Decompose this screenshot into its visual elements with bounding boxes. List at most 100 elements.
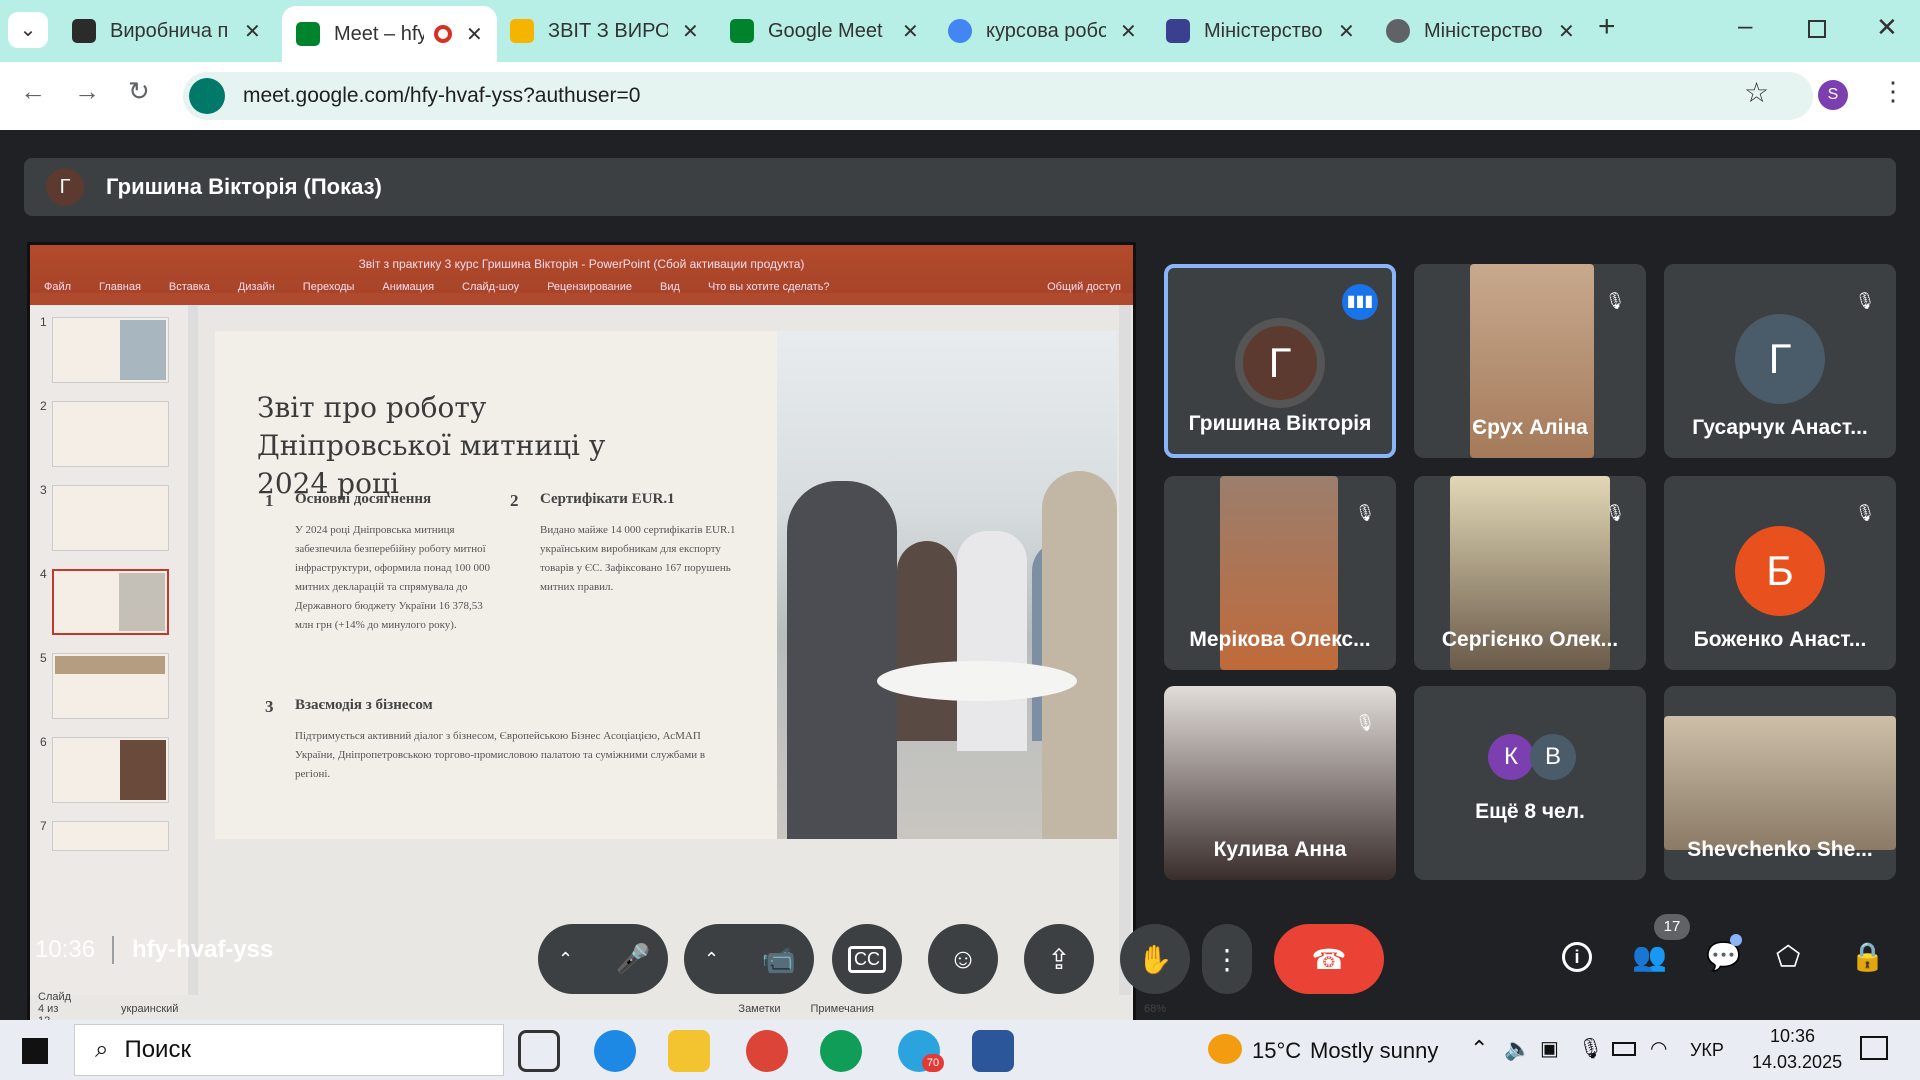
wifi-icon[interactable]: ◠ [1650, 1036, 1667, 1061]
meet-icon [296, 22, 320, 46]
task-view-icon[interactable] [518, 1030, 560, 1072]
thumb-slide-4-selected [52, 569, 169, 635]
close-window-icon[interactable]: ✕ [1876, 12, 1898, 43]
site-info-icon[interactable] [189, 78, 225, 114]
speaker-icon[interactable]: 🔈 [1504, 1036, 1531, 1062]
participant-name: Кулива Анна [1213, 838, 1347, 861]
chrome-profile-icon[interactable] [820, 1030, 862, 1072]
slide-title: Звіт про роботу Дніпровської митниці у 2… [257, 391, 606, 500]
video-options-button[interactable]: ⌃ 📹 [684, 924, 814, 994]
close-icon[interactable]: ✕ [466, 22, 483, 47]
close-icon[interactable]: ✕ [902, 19, 919, 44]
tab-meet-active[interactable]: Meet – hfy ✕ [282, 6, 497, 62]
minimize-icon[interactable]: – [1738, 10, 1752, 41]
thumb-slide-7 [52, 821, 169, 851]
windows-taskbar: ⌕ Поиск 70 15°C Mostly sunny ⌃ 🔈 ▣ 🎙 ◠ У… [0, 1020, 1920, 1080]
browser-tab-strip: ⌄ Виробнича п...✕ Meet – hfy✕ ЗВІТ З ВИР… [0, 0, 1920, 62]
info-icon[interactable]: i [1562, 942, 1592, 972]
mic-off-icon: 🎙 [1854, 293, 1876, 310]
participant-tile-4[interactable]: 🎙 Сергієнко Олек... [1414, 476, 1646, 670]
ribbon-menu: Файл Главная Вставка Дизайн Переходы Ани… [30, 281, 1133, 301]
tray-chevron-icon[interactable]: ⌃ [1470, 1036, 1488, 1062]
participant-avatar: Г [1735, 314, 1825, 404]
powerpoint-titlebar: Звіт з практику 3 курс Гришина Вікторія … [30, 245, 1133, 293]
participant-name: Боженко Анаст... [1693, 628, 1867, 651]
menu-kebab-icon[interactable]: ⋮ [1880, 76, 1906, 107]
activities-icon[interactable]: ⬠ [1776, 940, 1800, 973]
windows-start-icon[interactable] [22, 1038, 48, 1064]
tab-0[interactable]: Виробнича п...✕ [58, 8, 275, 54]
tab-6[interactable]: Міністерство ✕ [1372, 8, 1589, 54]
host-controls-icon[interactable]: 🔒 [1850, 940, 1885, 973]
participant-tile-1[interactable]: 🎙 Єрух Аліна [1414, 264, 1646, 458]
close-icon[interactable]: ✕ [682, 19, 699, 44]
participant-avatar: Б [1735, 526, 1825, 616]
block-text: Видано майже 14 000 сертифікатів EUR.1 у… [540, 524, 736, 593]
camera-icon: 📹 [761, 943, 796, 975]
speaking-indicator-icon: ▮▮▮ [1342, 284, 1378, 320]
more-participants-label: Ещё 8 чел. [1475, 800, 1585, 823]
menu-file: Файл [44, 281, 72, 293]
participant-tile-5[interactable]: Б 🎙 Боженко Анаст... [1664, 476, 1896, 670]
comments-button: Примечания [810, 1003, 875, 1015]
back-icon[interactable]: ← [20, 76, 46, 107]
chevron-up-icon: ⌃ [704, 948, 720, 969]
block-heading: Взаємодія з бізнесом [295, 697, 433, 713]
forward-icon[interactable]: → [74, 76, 100, 107]
thumb-slide-5 [52, 653, 169, 719]
hang-up-icon: ☎ [1311, 943, 1347, 975]
close-icon[interactable]: ✕ [244, 19, 261, 44]
close-icon[interactable]: ✕ [1558, 19, 1575, 44]
restore-icon[interactable] [1808, 20, 1826, 38]
profile-avatar[interactable]: S [1818, 80, 1848, 110]
reload-icon[interactable]: ↻ [128, 76, 150, 107]
bookmark-star-icon[interactable]: ☆ [1744, 76, 1769, 109]
participant-tile-more[interactable]: К В Ещё 8 чел. [1414, 686, 1646, 880]
participant-name: Shevchenko She... [1687, 838, 1873, 861]
edge-icon[interactable] [594, 1030, 636, 1072]
file-explorer-icon[interactable] [668, 1030, 710, 1072]
participant-avatar: Г [1235, 318, 1325, 408]
tab-search-icon[interactable]: ⌄ [8, 12, 48, 48]
close-icon[interactable]: ✕ [1338, 19, 1355, 44]
google-icon [948, 19, 972, 43]
participant-name: Мерікова Олекс... [1189, 628, 1371, 651]
hand-icon: ✋ [1137, 943, 1173, 975]
new-tab-icon[interactable]: + [1598, 10, 1616, 44]
people-count-badge: 17 [1654, 914, 1690, 940]
word-icon[interactable] [972, 1030, 1014, 1072]
taskbar-search[interactable]: ⌕ Поиск [74, 1024, 504, 1076]
tab-3[interactable]: Google Meet ✕ [716, 8, 933, 54]
people-icon[interactable]: 👥 [1632, 940, 1667, 973]
present-button[interactable]: ⇪ [1024, 924, 1094, 994]
menu-transitions: Переходы [302, 281, 355, 293]
clock-time[interactable]: 10:36 [1770, 1026, 1815, 1047]
battery-icon[interactable] [1612, 1042, 1636, 1056]
person-figure [1042, 471, 1117, 839]
notifications-icon[interactable] [1860, 1036, 1888, 1060]
tab-2[interactable]: ЗВІТ З ВИРОБ✕ [496, 8, 713, 54]
participant-tile-6[interactable]: 🎙 Кулива Анна [1164, 686, 1396, 880]
participant-tile-8[interactable]: Shevchenko She... [1664, 686, 1896, 880]
close-icon[interactable]: ✕ [1120, 19, 1137, 44]
block-heading: Основні досягнення [295, 491, 432, 507]
more-options-button[interactable]: ⋮ [1202, 924, 1252, 994]
reactions-button[interactable]: ☺ [928, 924, 998, 994]
tab-5[interactable]: Міністерство ✕ [1152, 8, 1369, 54]
meet-controls-bar: 10:36 hfy-hvaf-yss ⌃ 🎤 ⌃ 📹 CC ☺ ⇪ ✋ ⋮ ☎ i … [0, 890, 1920, 1000]
divider [112, 936, 114, 964]
chrome-icon[interactable] [746, 1030, 788, 1072]
language-indicator[interactable]: УКР [1690, 1040, 1724, 1061]
participant-tile-2[interactable]: Г 🎙 Гусарчук Анаст... [1664, 264, 1896, 458]
url-field[interactable]: meet.google.com/hfy-hvaf-yss?authuser=0 [183, 72, 1813, 120]
weather-text: Mostly sunny [1310, 1038, 1439, 1063]
captions-button[interactable]: CC [832, 924, 902, 994]
tab-4[interactable]: курсова робо ✕ [934, 8, 1151, 54]
participant-tile-0[interactable]: Г ▮▮▮ Гришина Вікторія [1164, 264, 1396, 458]
audio-options-button[interactable]: ⌃ 🎤 [538, 924, 668, 994]
participant-tile-3[interactable]: 🎙 Мерікова Олекс... [1164, 476, 1396, 670]
raise-hand-button[interactable]: ✋ [1120, 924, 1190, 994]
weather-temp: 15°C [1252, 1038, 1302, 1063]
leave-call-button[interactable]: ☎ [1274, 924, 1384, 994]
clock-date[interactable]: 14.03.2025 [1752, 1052, 1842, 1073]
